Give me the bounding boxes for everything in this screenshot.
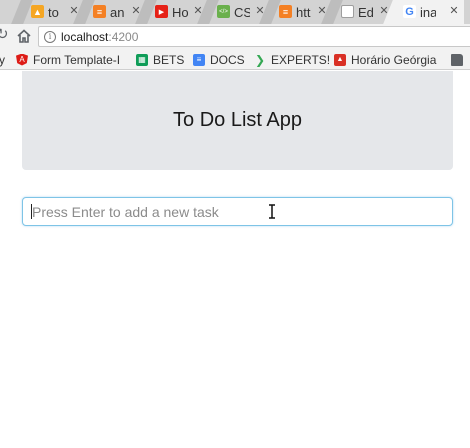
tab-strip: ▲ to ✕ ≡ an ✕ ▶ Ho ✕ </> CS ✕ ≡ htt ✕ Ed… [0,0,470,24]
google-icon: G [403,5,416,18]
bookmark-item[interactable]: ▲ Horário Geórgia [334,52,436,67]
bookmark-label: EXPERTS! [271,52,331,67]
page-title: To Do List App [173,109,302,131]
bookmark-item[interactable]: ▦ BETS [136,52,184,67]
tab-title: CS [234,4,250,20]
tab-title: ina [420,4,436,20]
bookmark-item[interactable]: ❯ EXPERTS! [254,52,330,67]
angular-icon: A [16,53,28,66]
tab-title: Ho [172,4,188,20]
tab-title: to [48,4,59,20]
bookmark-label: DOCS [210,52,245,67]
document-icon [341,5,354,18]
arrow-icon: ❯ [254,52,266,67]
app-header: To Do List App [22,71,453,170]
sheets-icon: ▦ [136,53,148,66]
docs-icon: ≡ [193,53,205,66]
code-icon: </> [217,5,230,18]
stackoverflow-icon: ≡ [93,5,106,18]
browser-toolbar: ↻ i localhost:4200 [0,24,470,50]
text-caret [31,204,32,219]
home-icon[interactable] [16,28,32,44]
browser-tab-active[interactable]: G ina ✕ [394,0,464,24]
bookmark-item[interactable]: ≡ DOCS [193,52,245,67]
bookmark-item[interactable]: A Form Template-I [16,52,124,67]
tab-title: htt [296,4,311,20]
close-icon[interactable]: ✕ [448,5,460,18]
bookmarks-bar: y A Form Template-I ▦ BETS ≡ DOCS ❯ EXPE… [0,50,470,70]
reload-icon[interactable]: ↻ [0,27,10,42]
address-host: localhost [61,29,109,44]
bookmark-item[interactable]: y [0,52,5,67]
ibeam-cursor-icon [269,204,275,219]
stackoverflow-icon: ≡ [279,5,292,18]
info-icon[interactable]: i [44,30,56,43]
image-icon: ▲ [334,53,346,66]
bookmark-label: Form Template-I [33,52,121,67]
firebase-icon: ▲ [31,5,44,18]
bookmark-label: y [0,52,5,67]
address-bar[interactable]: i localhost:4200 [38,26,470,47]
youtube-icon: ▶ [155,5,168,18]
bookmark-label: BETS [153,52,185,67]
folder-icon [451,53,463,66]
bookmark-item[interactable] [451,52,468,67]
bookmark-label: Horário Geórgia [351,52,437,67]
tab-title: an [110,4,125,20]
address-port: :4200 [108,29,139,44]
page-content: To Do List App [0,71,470,448]
new-task-input[interactable] [22,197,453,226]
tab-title: Ed [358,4,374,20]
